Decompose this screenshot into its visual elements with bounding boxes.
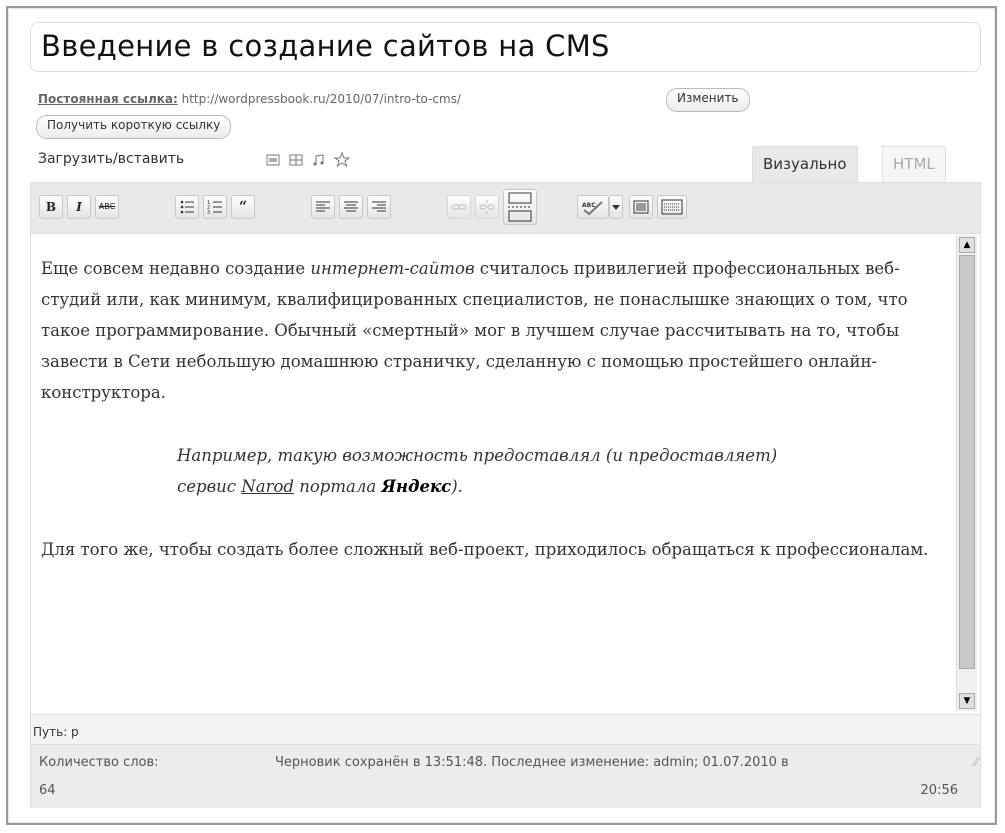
- title-input[interactable]: Введение в создание сайтов на CMS: [30, 22, 981, 72]
- italic-button[interactable]: I: [67, 195, 91, 219]
- permalink-label: Постоянная ссылка:: [38, 92, 178, 106]
- scroll-up-icon[interactable]: ▲: [959, 237, 975, 253]
- word-count-label: Количество слов:: [39, 755, 159, 770]
- editor-scrollbar[interactable]: ▲ ▼: [956, 235, 977, 711]
- strikethrough-button[interactable]: ABC: [95, 195, 119, 219]
- word-count-value: 64: [39, 783, 56, 798]
- permalink-row: Постоянная ссылка: http://wordpressbook.…: [38, 92, 461, 106]
- audio-icon[interactable]: [311, 152, 327, 168]
- video-icon[interactable]: [288, 152, 304, 168]
- scrollbar-thumb[interactable]: [959, 255, 975, 669]
- svg-text:3: 3: [207, 210, 210, 216]
- autosave-status-time: 20:56: [920, 783, 958, 798]
- path-bar: Путь: p: [31, 714, 980, 745]
- edit-permalink-button[interactable]: Изменить: [666, 88, 750, 112]
- autosave-status: Черновик сохранён в 13:51:48. Последнее …: [275, 755, 789, 770]
- kitchen-sink-button[interactable]: [657, 195, 687, 219]
- spellcheck-language-dropdown[interactable]: [609, 195, 623, 219]
- status-bar: Количество слов: 64 Черновик сохранён в …: [31, 744, 980, 808]
- blockquote: Например, такую возможность предоставлял…: [177, 446, 778, 496]
- editor-content[interactable]: Еще совсем недавно создание интернет-сай…: [41, 253, 946, 565]
- media-icon[interactable]: [333, 151, 351, 168]
- element-path: Путь: p: [33, 725, 79, 739]
- blockquote-button[interactable]: “: [231, 195, 255, 219]
- image-icon[interactable]: [265, 152, 281, 168]
- scroll-down-icon[interactable]: ▼: [959, 693, 975, 709]
- insert-link-button[interactable]: [447, 195, 471, 219]
- narod-link[interactable]: Narod: [241, 477, 294, 496]
- editor-toolbar: B I ABC 123 “ ABC: [31, 183, 980, 234]
- editor-area: B I ABC 123 “ ABC Еще совсем недавно соз…: [30, 182, 981, 808]
- paragraph-1: Еще совсем недавно создание интернет-сай…: [41, 259, 908, 402]
- numbered-list-button[interactable]: 123: [203, 195, 227, 219]
- unlink-button[interactable]: [475, 195, 499, 219]
- paragraph-2: Для того же, чтобы создать более сложный…: [41, 540, 929, 559]
- get-shortlink-button[interactable]: Получить короткую ссылку: [36, 115, 232, 139]
- permalink-url[interactable]: http://wordpressbook.ru/2010/07/intro-to…: [182, 92, 461, 106]
- align-center-button[interactable]: [339, 195, 363, 219]
- post-title[interactable]: Введение в создание сайтов на CMS: [41, 29, 610, 63]
- fullscreen-button[interactable]: [629, 195, 653, 219]
- resize-grip-icon[interactable]: ⁄⁄: [974, 755, 978, 769]
- insert-more-button[interactable]: [503, 189, 537, 225]
- align-right-button[interactable]: [367, 195, 391, 219]
- upload-insert-label: Загрузить/вставить: [38, 151, 185, 167]
- bullet-list-button[interactable]: [175, 195, 199, 219]
- tab-visual[interactable]: Визуально: [752, 146, 858, 182]
- spellcheck-button[interactable]: ABC: [577, 195, 609, 219]
- align-left-button[interactable]: [311, 195, 335, 219]
- tab-html[interactable]: HTML: [882, 146, 946, 182]
- bold-button[interactable]: B: [39, 195, 63, 219]
